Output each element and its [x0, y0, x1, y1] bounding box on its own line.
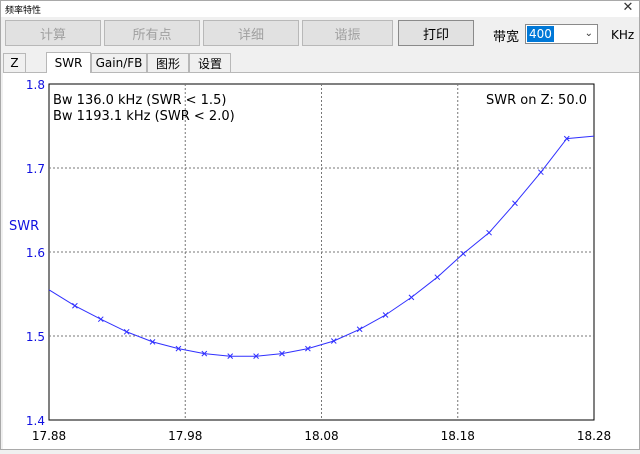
tab-swr[interactable]: SWR: [46, 52, 91, 73]
x-tick-labels: 17.88 17.98 18.08 18.18 18.28: [32, 429, 611, 443]
title-bar: 频率特性 ✕: [1, 1, 639, 17]
tab-settings[interactable]: 设置: [189, 53, 231, 72]
bandwidth-value[interactable]: 400: [527, 26, 554, 42]
print-button[interactable]: 打印: [398, 20, 474, 46]
bandwidth-select[interactable]: 400 ⌄: [525, 24, 598, 44]
chevron-down-icon[interactable]: ⌄: [585, 26, 593, 42]
swr-plot-panel: 1.4 1.5 1.6 1.7 1.8 17.88 17.98 18.08 18.18 18.2…: [3, 72, 639, 449]
resonance-button[interactable]: 谐振: [302, 20, 393, 46]
x-tick-label: 18.28: [577, 429, 611, 443]
x-tick-label: 18.18: [441, 429, 475, 443]
window-title: 频率特性: [5, 6, 42, 16]
swr-chart: 1.4 1.5 1.6 1.7 1.8 17.88 17.98 18.08 18.18 18.2…: [9, 78, 611, 443]
tab-graphics[interactable]: 图形: [147, 53, 189, 72]
frequency-characteristics-window: 频率特性 ✕ 计算 所有点 详细 谐振 打印 带宽 400 ⌄ KHz Z SW…: [0, 0, 640, 450]
bandwidth-unit: KHz: [611, 28, 635, 42]
y-tick-labels: 1.4 1.5 1.6 1.7 1.8: [26, 78, 45, 428]
y-tick-label: 1.7: [26, 162, 45, 176]
all-points-button[interactable]: 所有点: [104, 20, 200, 46]
tab-z[interactable]: Z: [3, 53, 26, 72]
detail-button[interactable]: 详细: [203, 20, 299, 46]
y-axis-label: SWR: [9, 219, 39, 234]
close-icon[interactable]: ✕: [621, 1, 635, 15]
y-tick-label: 1.8: [26, 78, 45, 92]
bandwidth-info-2p0: Bw 1193.1 kHz (SWR < 2.0): [53, 109, 235, 124]
x-tick-label: 17.88: [32, 429, 66, 443]
tab-gain-fb[interactable]: Gain/FB: [91, 53, 147, 72]
calculate-button[interactable]: 计算: [5, 20, 101, 46]
y-tick-label: 1.6: [26, 246, 45, 260]
x-tick-label: 17.98: [168, 429, 202, 443]
swr-z-label: SWR on Z: 50.0: [486, 93, 587, 108]
y-tick-label: 1.5: [26, 330, 45, 344]
x-tick-label: 18.08: [304, 429, 338, 443]
y-tick-label: 1.4: [26, 414, 45, 428]
bandwidth-label: 带宽: [493, 30, 520, 45]
bandwidth-info-1p5: Bw 136.0 kHz (SWR < 1.5): [53, 93, 226, 108]
